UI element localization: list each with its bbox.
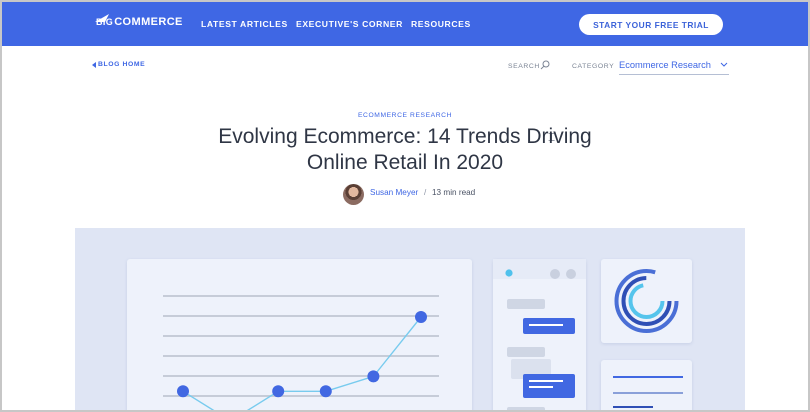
bigcommerce-logo[interactable]: BIGCOMMERCE [96, 16, 183, 28]
hero-chart-point [319, 385, 332, 398]
article-title: Evolving Ecommerce: 14 Trends Driving On… [2, 124, 808, 176]
hero-chart-point [415, 311, 427, 323]
nav-executives-corner-link[interactable]: EXECUTIVE'S CORNER [296, 19, 403, 29]
illustration-chat-card [493, 259, 586, 410]
chat-card-illustration [493, 259, 586, 410]
read-time: 13 min read [432, 188, 476, 197]
hero-chart-point [272, 385, 285, 398]
top-navigation-bar: BIGCOMMERCE LATEST ARTICLES EXECUTIVE'S … [2, 2, 808, 46]
list-card-illustration [613, 376, 683, 408]
blog-home-link[interactable]: BLOG HOME [98, 61, 145, 68]
hero-chart-point [367, 370, 380, 383]
logo-suffix: COMMERCE [114, 16, 183, 28]
article-title-line-1: Evolving Ecommerce: 14 Trends Driving [218, 125, 592, 148]
byline-separator: / [424, 188, 427, 197]
caret-left-icon [92, 62, 96, 68]
illustration-list-card [601, 360, 692, 410]
donut-chart-illustration [614, 269, 679, 333]
nav-latest-articles-link[interactable]: LATEST ARTICLES [201, 19, 288, 29]
mouse-cursor-icon: ⌶ [548, 130, 556, 144]
category-select[interactable]: Ecommerce Research [619, 60, 711, 70]
hero-chart-point [177, 385, 189, 398]
article-title-line-2: Online Retail In 2020 [306, 151, 504, 174]
article-category-kicker[interactable]: ECOMMERCE RESEARCH [2, 112, 808, 119]
nav-resources-link[interactable]: RESOURCES [411, 19, 471, 29]
start-free-trial-button[interactable]: START YOUR FREE TRIAL [579, 14, 723, 35]
category-select-underline [619, 74, 729, 75]
logo-prefix: BIG [96, 17, 114, 27]
illustration-chart-card [127, 259, 472, 410]
search-icon[interactable] [540, 60, 550, 70]
author-name-link[interactable]: Susan Meyer [370, 188, 418, 197]
hero-illustration [75, 228, 745, 410]
hero-chart [163, 295, 439, 410]
category-label: CATEGORY [572, 63, 615, 70]
chevron-down-icon[interactable] [720, 62, 728, 68]
illustration-donut-card [601, 259, 692, 343]
browser-viewport: BIGCOMMERCE LATEST ARTICLES EXECUTIVE'S … [0, 0, 810, 412]
author-avatar [343, 184, 364, 205]
search-label[interactable]: SEARCH [508, 63, 540, 70]
